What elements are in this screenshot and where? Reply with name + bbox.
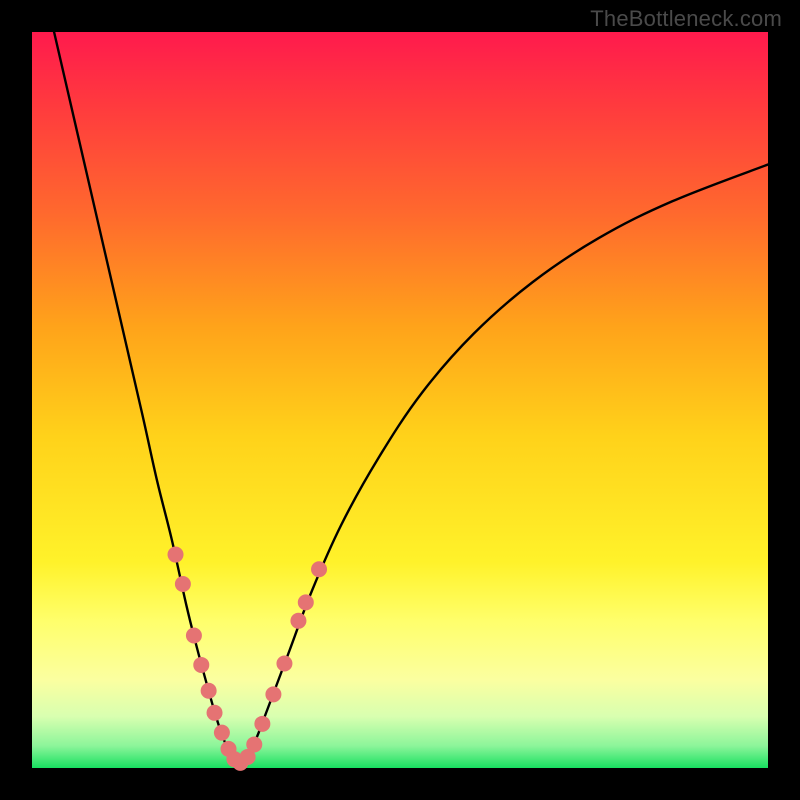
data-marker: [298, 594, 314, 610]
data-marker: [193, 657, 209, 673]
data-marker: [254, 716, 270, 732]
chart-svg: [32, 32, 768, 768]
data-marker: [311, 561, 327, 577]
watermark-text: TheBottleneck.com: [590, 6, 782, 32]
marker-layer: [168, 547, 328, 771]
curve-left-branch: [54, 32, 238, 764]
data-marker: [265, 686, 281, 702]
plot-area: [32, 32, 768, 768]
data-marker: [207, 705, 223, 721]
data-marker: [214, 725, 230, 741]
data-marker: [290, 613, 306, 629]
data-marker: [175, 576, 191, 592]
data-marker: [168, 547, 184, 563]
data-marker: [246, 736, 262, 752]
data-marker: [186, 628, 202, 644]
data-marker: [201, 683, 217, 699]
data-marker: [276, 655, 292, 671]
curve-right-branch: [238, 164, 768, 764]
chart-frame: TheBottleneck.com: [0, 0, 800, 800]
